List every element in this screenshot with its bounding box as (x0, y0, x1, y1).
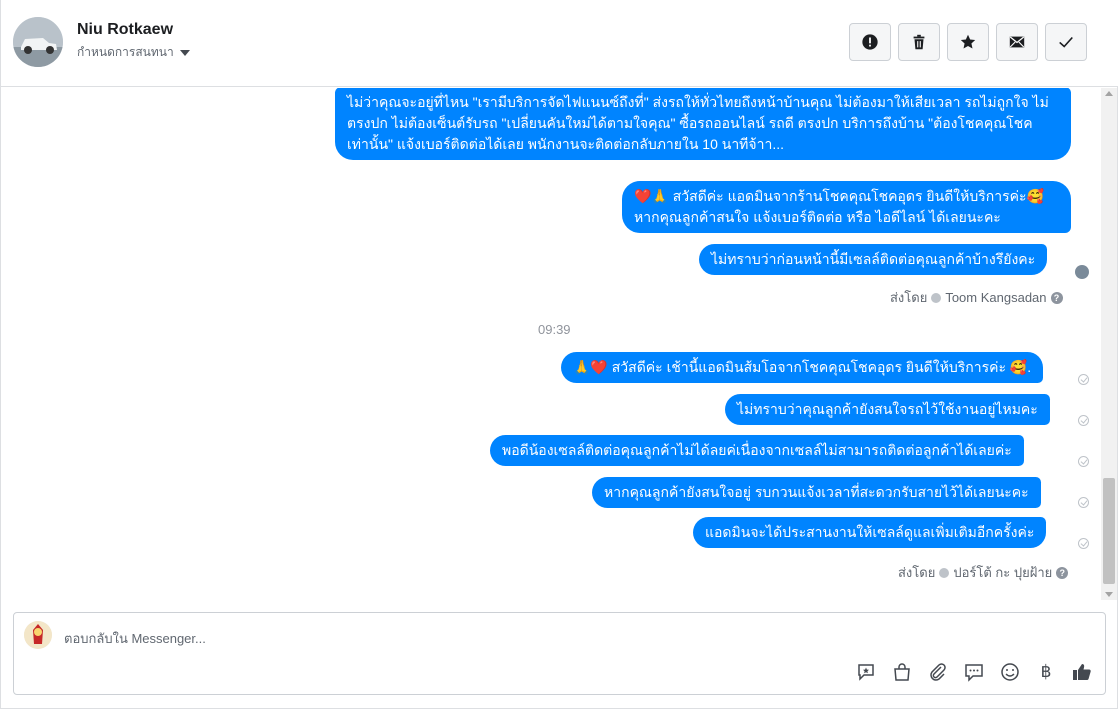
sent-by-prefix: ส่งโดย (890, 290, 928, 305)
star-button[interactable] (947, 23, 989, 61)
like-button[interactable] (1071, 661, 1093, 683)
message-bubble: ไม่ทราบว่าคุณลูกค้ายังสนใจรถไว้ใช้งานอยู… (725, 394, 1050, 425)
help-icon[interactable]: ? (1056, 566, 1069, 579)
sent-by-label: ส่งโดย ปอร์โต้ กะ ปุยฝ้าย ? (898, 562, 1069, 583)
delivered-icon (1078, 374, 1089, 385)
contact-name: Niu Rotkaew (77, 21, 174, 38)
sender-name: ปอร์โต้ กะ ปุยฝ้าย (953, 565, 1053, 580)
baht-icon: ฿ (1040, 662, 1052, 681)
checkmark-icon (1059, 36, 1073, 48)
messenger-conversation-panel: Niu Rotkaew กำหนดการสนทนา ไม่ว่าคุณจะอยู… (0, 0, 1118, 709)
emoji-icon (1001, 663, 1019, 681)
delivered-icon (1078, 456, 1089, 467)
verified-icon (931, 292, 942, 303)
chat-bubble-icon (965, 664, 983, 682)
shopping-bag-icon (894, 663, 910, 681)
message-bubble: 🙏❤️ สวัสดีค่ะ เช้านี้แอดมินส้มโอจากโชคคุ… (561, 352, 1044, 383)
reply-input[interactable]: ตอบกลับใน Messenger... (64, 628, 206, 649)
mark-done-button[interactable] (1045, 23, 1087, 61)
composer-toolbar: ฿ (855, 661, 1093, 683)
contact-avatar[interactable] (13, 17, 63, 67)
delete-button[interactable] (898, 23, 940, 61)
message-thread[interactable]: ไม่ว่าคุณจะอยู่ที่ไหน "เรามีบริการจัดไฟแ… (1, 88, 1101, 600)
sender-name: Toom Kangsadan (945, 290, 1047, 305)
page-avatar (24, 621, 52, 649)
attachment-icon (930, 663, 946, 681)
assign-conversation-dropdown[interactable]: กำหนดการสนทนา (77, 43, 190, 62)
alert-icon (862, 34, 878, 50)
emoji-button[interactable] (999, 661, 1021, 683)
saved-reply-button[interactable] (855, 661, 877, 683)
payment-button[interactable]: ฿ (1035, 661, 1057, 683)
attach-button[interactable] (927, 661, 949, 683)
delivered-icon (1078, 538, 1089, 549)
chat-button[interactable] (963, 661, 985, 683)
assign-label: กำหนดการสนทนา (77, 45, 174, 59)
message-bubble: ❤️🙏 สวัสดีค่ะ แอดมินจากร้านโชคคุณโชคอุดร… (622, 181, 1071, 233)
reply-composer[interactable]: ตอบกลับใน Messenger... ฿ (13, 612, 1106, 695)
scroll-down-icon[interactable] (1105, 592, 1113, 597)
scroll-up-icon[interactable] (1105, 91, 1113, 96)
envelope-icon (1009, 36, 1025, 48)
conversation-header: Niu Rotkaew กำหนดการสนทนา (1, 0, 1118, 87)
message-bubble: ไม่ว่าคุณจะอยู่ที่ไหน "เรามีบริการจัดไฟแ… (335, 88, 1071, 160)
report-button[interactable] (849, 23, 891, 61)
message-line: ❤️🙏 สวัสดีค่ะ แอดมินจากร้านโชคคุณโชคอุดร… (634, 188, 1044, 204)
delivered-icon (1078, 497, 1089, 508)
message-line: หากคุณลูกค้าสนใจ แจ้งเบอร์ติดต่อ หรือ ไอ… (634, 209, 1001, 225)
saved-reply-icon (858, 664, 874, 681)
star-icon (960, 34, 976, 49)
scroll-thumb[interactable] (1103, 478, 1115, 584)
header-actions (849, 23, 1087, 61)
delivered-icon (1078, 415, 1089, 426)
time-separator: 09:39 (538, 322, 571, 337)
message-bubble: ไม่ทราบว่าก่อนหน้านี้มีเซลล์ติดต่อคุณลูก… (699, 244, 1048, 275)
verified-icon (939, 567, 950, 578)
sent-by-prefix: ส่งโดย (898, 565, 936, 580)
trash-icon (913, 34, 925, 50)
caret-down-icon (179, 50, 190, 56)
mark-unread-button[interactable] (996, 23, 1038, 61)
like-icon (1073, 664, 1091, 680)
message-bubble: หากคุณลูกค้ายังสนใจอยู่ รบกวนแจ้งเวลาที่… (592, 477, 1041, 508)
sent-by-label: ส่งโดย Toom Kangsadan ? (890, 287, 1063, 308)
message-bubble: แอดมินจะได้ประสานงานให้เซลล์ดูแลเพิ่มเติ… (693, 517, 1047, 548)
help-icon[interactable]: ? (1050, 291, 1063, 304)
message-scrollbar[interactable] (1101, 88, 1117, 600)
seen-avatar (1075, 265, 1089, 279)
message-bubble: พอดีน้องเซลล์ติดต่อคุณลูกค้าไม่ได้ลยค่เน… (490, 435, 1024, 466)
shop-button[interactable] (891, 661, 913, 683)
